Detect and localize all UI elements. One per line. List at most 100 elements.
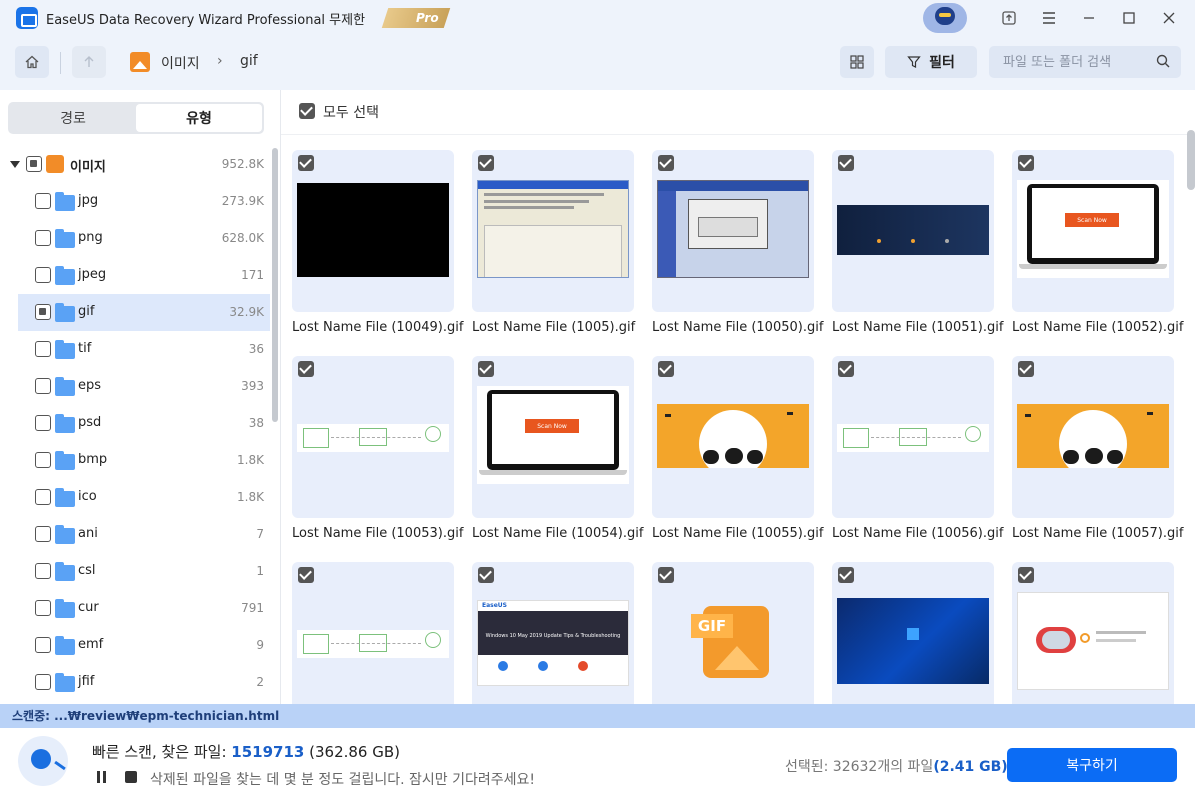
file-checkbox[interactable] — [298, 361, 314, 377]
file-card[interactable]: Lost Name File (10049).gif — [292, 150, 463, 340]
mascot-icon[interactable] — [923, 3, 967, 33]
tree-checkbox[interactable] — [35, 600, 51, 616]
folder-icon — [55, 192, 75, 211]
search-input[interactable] — [989, 46, 1181, 78]
close-icon[interactable] — [1149, 0, 1189, 36]
grid-view-button[interactable] — [840, 46, 874, 78]
file-card[interactable]: Lost Name File (10056).gif — [832, 356, 1003, 546]
maximize-icon[interactable] — [1109, 0, 1149, 36]
breadcrumb-images[interactable]: 이미지 — [161, 53, 200, 73]
file-checkbox[interactable] — [478, 361, 494, 377]
sidebar-scrollbar[interactable] — [272, 148, 278, 422]
file-card[interactable]: Lost Name File (10055).gif — [652, 356, 823, 546]
file-checkbox[interactable] — [478, 155, 494, 171]
folder-icon — [55, 229, 75, 248]
file-card[interactable]: Lost Name File (10051).gif — [832, 150, 1003, 340]
expand-caret-icon[interactable] — [10, 161, 20, 168]
thumbnail-image — [837, 424, 989, 452]
thumbnail-label: EaseUS — [478, 601, 628, 611]
tree-item-png[interactable]: png 628.0K — [0, 220, 270, 257]
breadcrumb-separator-icon: › — [217, 53, 223, 69]
tree-item-csl[interactable]: csl 1 — [0, 553, 270, 590]
tree-checkbox[interactable] — [35, 452, 51, 468]
file-card[interactable] — [292, 562, 454, 704]
image-category-icon — [46, 155, 64, 173]
tree-checkbox[interactable] — [35, 267, 51, 283]
recover-button[interactable]: 복구하기 — [1007, 748, 1177, 782]
tree-item-gif[interactable]: gif 32.9K — [18, 294, 270, 331]
file-checkbox[interactable] — [1018, 361, 1034, 377]
menu-icon[interactable] — [1029, 0, 1069, 36]
tree-checkbox[interactable] — [26, 156, 42, 172]
tree-checkbox[interactable] — [35, 526, 51, 542]
breadcrumb-gif[interactable]: gif — [240, 53, 258, 69]
upload-icon[interactable] — [989, 0, 1029, 36]
file-card[interactable]: Scan Now Lost Name File (10052).gif — [1012, 150, 1183, 340]
tree-checkbox[interactable] — [35, 563, 51, 579]
file-card[interactable]: Lost Name File (1005).gif — [472, 150, 635, 340]
tree-count: 32.9K — [229, 305, 264, 319]
tree-checkbox[interactable] — [35, 304, 51, 320]
tree-checkbox[interactable] — [35, 489, 51, 505]
file-checkbox[interactable] — [1018, 567, 1034, 583]
folder-icon — [55, 303, 75, 322]
file-checkbox[interactable] — [658, 155, 674, 171]
tree-checkbox[interactable] — [35, 415, 51, 431]
search-icon[interactable] — [1156, 54, 1170, 68]
tree-count: 7 — [256, 527, 264, 541]
tree-item-ani[interactable]: ani 7 — [0, 516, 270, 553]
file-card[interactable] — [832, 562, 994, 704]
select-all-label[interactable]: 모두 선택 — [323, 102, 379, 122]
tree-item-jfif[interactable]: jfif 2 — [0, 664, 270, 701]
tab-path[interactable]: 경로 — [10, 104, 136, 132]
thumbnail-image — [297, 424, 449, 452]
tree-checkbox[interactable] — [35, 341, 51, 357]
pause-icon[interactable] — [96, 771, 108, 783]
tree-count: 171 — [241, 268, 264, 282]
stop-icon[interactable] — [125, 771, 137, 783]
file-card[interactable]: Lost Name File (10050).gif — [652, 150, 823, 340]
up-button[interactable] — [72, 46, 106, 78]
file-checkbox[interactable] — [298, 567, 314, 583]
grid-scrollbar[interactable] — [1187, 130, 1195, 190]
file-card[interactable]: Scan Now Lost Name File (10054).gif — [472, 356, 643, 546]
tree-item-emf[interactable]: emf 9 — [0, 627, 270, 664]
tab-type[interactable]: 유형 — [136, 104, 262, 132]
file-card[interactable]: GIF — [652, 562, 814, 704]
home-button[interactable] — [15, 46, 49, 78]
filter-button[interactable]: 필터 — [885, 46, 977, 78]
minimize-icon[interactable] — [1069, 0, 1109, 36]
file-checkbox[interactable] — [478, 567, 494, 583]
file-checkbox[interactable] — [838, 361, 854, 377]
file-card[interactable]: Lost Name File (10053).gif — [292, 356, 463, 546]
tree-checkbox[interactable] — [35, 637, 51, 653]
file-card[interactable]: EaseUS Windows 10 May 2019 Update Tips & … — [472, 562, 634, 704]
tree-item-cur[interactable]: cur 791 — [0, 590, 270, 627]
tree-count: 2 — [256, 675, 264, 689]
file-checkbox[interactable] — [658, 361, 674, 377]
tree-checkbox[interactable] — [35, 230, 51, 246]
tree-label: png — [78, 230, 103, 245]
select-all-checkbox[interactable] — [299, 103, 315, 119]
tree-item-tif[interactable]: tif 36 — [0, 331, 270, 368]
tree-item-ico[interactable]: ico 1.8K — [0, 479, 270, 516]
tree-item-bmp[interactable]: bmp 1.8K — [0, 442, 270, 479]
file-checkbox[interactable] — [838, 567, 854, 583]
file-checkbox[interactable] — [658, 567, 674, 583]
tree-item-jpg[interactable]: jpg 273.9K — [0, 183, 270, 220]
file-card[interactable]: Lost Name File (10057).gif — [1012, 356, 1183, 546]
file-card[interactable] — [1012, 562, 1174, 704]
tree-item-jpeg[interactable]: jpeg 171 — [0, 257, 270, 294]
file-checkbox[interactable] — [838, 155, 854, 171]
thumbnail-image — [837, 598, 989, 684]
tree-root-images[interactable]: 이미지 952.8K — [0, 146, 270, 183]
file-checkbox[interactable] — [1018, 155, 1034, 171]
file-checkbox[interactable] — [298, 155, 314, 171]
tree-checkbox[interactable] — [35, 378, 51, 394]
tree-checkbox[interactable] — [35, 193, 51, 209]
tree-item-psd[interactable]: psd 38 — [0, 405, 270, 442]
tree-checkbox[interactable] — [35, 674, 51, 690]
file-name: Lost Name File (10050).gif — [652, 320, 824, 335]
tree-item-eps[interactable]: eps 393 — [0, 368, 270, 405]
tree-label: psd — [78, 415, 102, 430]
